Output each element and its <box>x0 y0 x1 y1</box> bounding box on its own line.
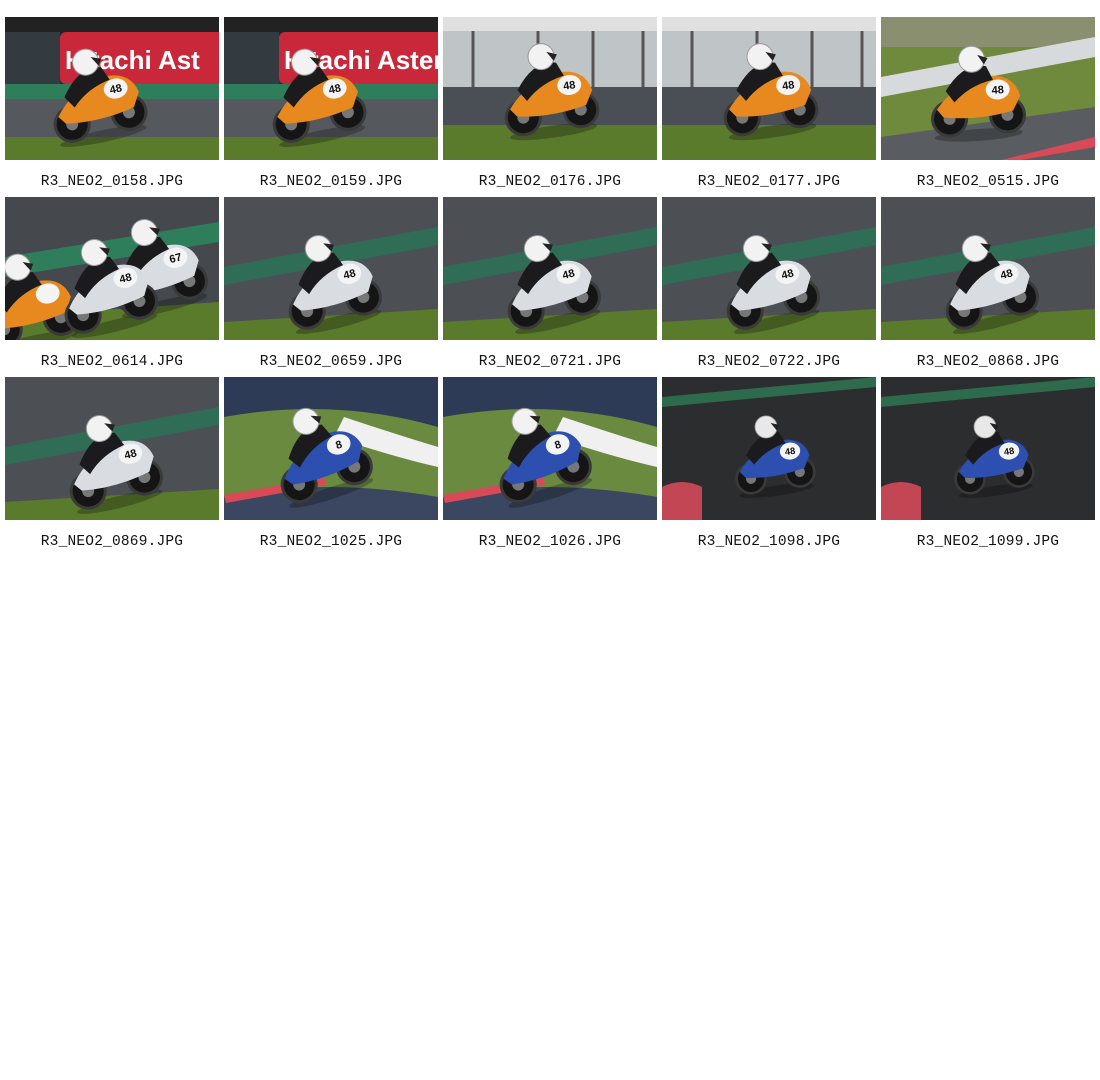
photo-thumbnail[interactable]: 48 <box>662 197 876 340</box>
photo-thumbnail[interactable]: 48 <box>881 197 1095 340</box>
photo-item[interactable]: Hitachi Ast 48 R3_NEO2_0158.JPG <box>5 17 219 197</box>
svg-text:48: 48 <box>781 79 795 93</box>
photo-image: 48 <box>881 197 1095 340</box>
gallery-row: Hitachi Ast 48 R3_NEO2_0158.JPG Hitachi … <box>5 17 1095 197</box>
photo-item[interactable]: 8 R3_NEO2_1025.JPG <box>224 377 438 557</box>
photo-filename[interactable]: R3_NEO2_0515.JPG <box>917 174 1059 190</box>
photo-thumbnail[interactable]: 48 <box>443 197 657 340</box>
svg-text:48: 48 <box>562 79 576 93</box>
photo-filename[interactable]: R3_NEO2_0158.JPG <box>41 174 183 190</box>
photo-image: 48 <box>443 17 657 160</box>
photo-image: Hitachi Ast 48 <box>5 17 219 160</box>
photo-thumbnail[interactable]: 48 <box>662 377 876 520</box>
photo-filename[interactable]: R3_NEO2_0159.JPG <box>260 174 402 190</box>
photo-gallery: Hitachi Ast 48 R3_NEO2_0158.JPG Hitachi … <box>5 17 1095 557</box>
photo-filename[interactable]: R3_NEO2_0614.JPG <box>41 354 183 370</box>
photo-image: 48 <box>881 377 1095 520</box>
photo-filename[interactable]: R3_NEO2_0721.JPG <box>479 354 621 370</box>
photo-image: Hitachi Astem 48 <box>224 17 438 160</box>
gallery-row: 48 R3_NEO2_0869.JPG 8 R3_NEO2_1025.JPG 8… <box>5 377 1095 557</box>
gallery-row: 67 48 R3_NEO2_0614.JPG 48 R3_NEO2_0659.J… <box>5 197 1095 377</box>
photo-image: 48 <box>662 377 876 520</box>
photo-thumbnail[interactable]: 48 <box>443 17 657 160</box>
photo-image: 67 48 <box>5 197 219 340</box>
photo-thumbnail[interactable]: 67 48 <box>5 197 219 340</box>
photo-image: 48 <box>5 377 219 520</box>
photo-thumbnail[interactable]: Hitachi Astem 48 <box>224 17 438 160</box>
photo-item[interactable]: Hitachi Astem 48 R3_NEO2_0159.JPG <box>224 17 438 197</box>
photo-thumbnail[interactable]: 48 <box>5 377 219 520</box>
photo-thumbnail[interactable]: 8 <box>224 377 438 520</box>
photo-filename[interactable]: R3_NEO2_1098.JPG <box>698 534 840 550</box>
photo-item[interactable]: 48 R3_NEO2_0722.JPG <box>662 197 876 377</box>
photo-thumbnail[interactable]: 8 <box>443 377 657 520</box>
photo-item[interactable]: 48 R3_NEO2_0869.JPG <box>5 377 219 557</box>
photo-item[interactable]: 48 R3_NEO2_0868.JPG <box>881 197 1095 377</box>
photo-filename[interactable]: R3_NEO2_1025.JPG <box>260 534 402 550</box>
photo-image: 48 <box>881 17 1095 160</box>
photo-item[interactable]: 48 R3_NEO2_0721.JPG <box>443 197 657 377</box>
photo-item[interactable]: 67 48 R3_NEO2_0614.JPG <box>5 197 219 377</box>
photo-item[interactable]: 48 R3_NEO2_1098.JPG <box>662 377 876 557</box>
svg-text:48: 48 <box>991 84 1004 97</box>
photo-image: 8 <box>443 377 657 520</box>
photo-filename[interactable]: R3_NEO2_0176.JPG <box>479 174 621 190</box>
photo-thumbnail[interactable]: 48 <box>662 17 876 160</box>
photo-thumbnail[interactable]: 48 <box>224 197 438 340</box>
photo-thumbnail[interactable]: 48 <box>881 377 1095 520</box>
svg-text:48: 48 <box>328 82 342 96</box>
svg-text:48: 48 <box>784 446 796 457</box>
photo-filename[interactable]: R3_NEO2_0177.JPG <box>698 174 840 190</box>
photo-item[interactable]: 48 R3_NEO2_0515.JPG <box>881 17 1095 197</box>
photo-thumbnail[interactable]: Hitachi Ast 48 <box>5 17 219 160</box>
photo-item[interactable]: 48 R3_NEO2_0177.JPG <box>662 17 876 197</box>
photo-filename[interactable]: R3_NEO2_0868.JPG <box>917 354 1059 370</box>
photo-image: 48 <box>224 197 438 340</box>
photo-filename[interactable]: R3_NEO2_1099.JPG <box>917 534 1059 550</box>
photo-filename[interactable]: R3_NEO2_1026.JPG <box>479 534 621 550</box>
photo-item[interactable]: 48 R3_NEO2_1099.JPG <box>881 377 1095 557</box>
photo-filename[interactable]: R3_NEO2_0722.JPG <box>698 354 840 370</box>
svg-text:48: 48 <box>1003 446 1015 457</box>
photo-item[interactable]: 48 R3_NEO2_0659.JPG <box>224 197 438 377</box>
photo-item[interactable]: 48 R3_NEO2_0176.JPG <box>443 17 657 197</box>
photo-filename[interactable]: R3_NEO2_0659.JPG <box>260 354 402 370</box>
photo-item[interactable]: 8 R3_NEO2_1026.JPG <box>443 377 657 557</box>
photo-image: 48 <box>662 197 876 340</box>
photo-thumbnail[interactable]: 48 <box>881 17 1095 160</box>
photo-filename[interactable]: R3_NEO2_0869.JPG <box>41 534 183 550</box>
photo-image: 8 <box>224 377 438 520</box>
photo-image: 48 <box>662 17 876 160</box>
svg-text:48: 48 <box>109 82 123 96</box>
photo-image: 48 <box>443 197 657 340</box>
